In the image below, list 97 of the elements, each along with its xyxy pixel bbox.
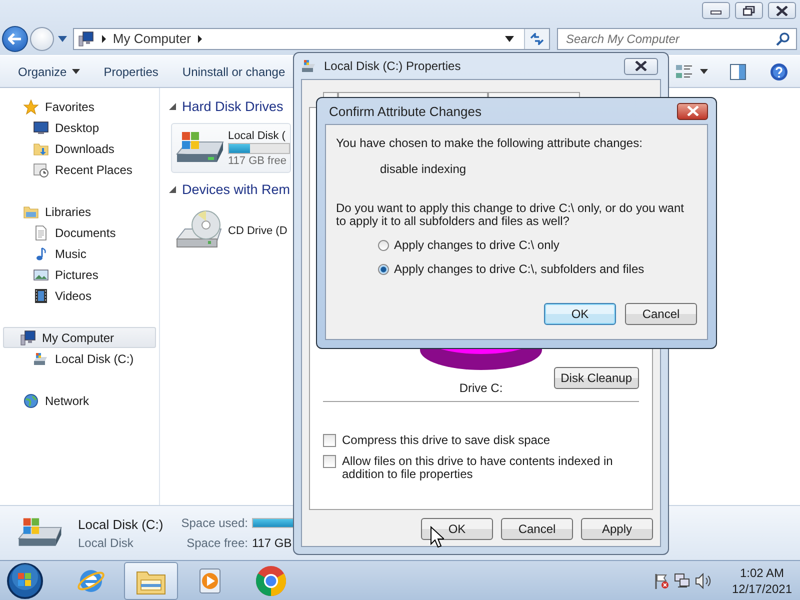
drive-name: CD Drive (D xyxy=(228,225,288,237)
dialog-button[interactable]: OK xyxy=(421,518,493,540)
drive-icon xyxy=(33,350,49,366)
section-heading: Hard Disk Drives xyxy=(182,98,284,114)
document-icon xyxy=(33,224,49,240)
collapse-icon[interactable] xyxy=(169,102,176,110)
sidebar-item[interactable]: Pictures xyxy=(3,264,156,285)
monitor-icon xyxy=(33,120,49,136)
close-icon xyxy=(635,61,647,71)
sidebar-item[interactable]: Favorites xyxy=(3,96,156,117)
close-button[interactable] xyxy=(624,58,658,74)
caret-icon[interactable] xyxy=(505,36,514,42)
dialog-title: Local Disk (C:) Properties xyxy=(324,59,461,73)
film-icon xyxy=(33,288,49,304)
caret-icon xyxy=(72,69,80,74)
drive-type: Local Disk xyxy=(78,536,134,550)
globe-icon xyxy=(23,392,39,408)
taskbar-app[interactable] xyxy=(124,562,178,600)
drive-tile[interactable]: Local Disk ( 117 GB free xyxy=(171,123,291,173)
refresh-button[interactable] xyxy=(524,28,549,48)
radio-button[interactable] xyxy=(378,264,389,274)
search-field[interactable]: Search My Computer xyxy=(557,28,797,50)
folder-icon xyxy=(33,140,49,156)
arrow-left-icon xyxy=(8,32,22,44)
clock-icon xyxy=(33,162,49,178)
breadcrumb[interactable]: My Computer xyxy=(112,31,191,46)
mouse-pointer-icon xyxy=(430,526,444,548)
dialog-button[interactable]: Apply xyxy=(581,518,653,540)
drive-icon xyxy=(301,58,317,74)
radio-label: Apply changes to drive C:\, subfolders and files xyxy=(394,262,644,276)
sidebar-item[interactable]: Music xyxy=(3,243,156,264)
preview-pane-icon[interactable] xyxy=(730,64,746,80)
chevron-icon xyxy=(196,34,203,42)
computer-icon xyxy=(20,330,36,346)
disk-cleanup-button[interactable]: Disk Cleanup xyxy=(554,367,639,389)
drive-name: Local Disk (C:) xyxy=(78,516,164,532)
minimize-button[interactable] xyxy=(702,2,730,19)
sidebar-item[interactable]: Videos xyxy=(3,285,156,306)
refresh-icon xyxy=(530,32,544,44)
start-button[interactable] xyxy=(6,562,44,600)
chrome-icon xyxy=(255,564,287,596)
clock-date[interactable]: 12/17/2021 xyxy=(732,580,792,596)
sidebar-item[interactable]: Local Disk (C:) xyxy=(3,348,156,369)
dialog-button[interactable]: OK xyxy=(544,303,616,325)
sidebar-item[interactable]: Libraries xyxy=(3,201,156,222)
collapse-icon[interactable] xyxy=(169,186,176,192)
dialog-title: Confirm Attribute Changes xyxy=(329,104,482,118)
sidebar-item[interactable]: Downloads xyxy=(3,138,156,159)
close-button[interactable] xyxy=(677,102,708,120)
folder-icon xyxy=(23,204,39,220)
checkbox-label: Compress this drive to save disk space xyxy=(342,434,550,447)
speaker-icon[interactable] xyxy=(694,572,713,588)
toolbar-button[interactable]: Uninstall or change xyxy=(174,60,294,82)
space-free-label: Space free: xyxy=(186,536,248,550)
sidebar-item[interactable]: Desktop xyxy=(3,117,156,138)
radio-button[interactable] xyxy=(378,240,389,250)
search-icon xyxy=(776,32,790,46)
sidebar-item[interactable]: Documents xyxy=(3,222,156,243)
intro-text: You have chosen to make the following attribute changes: xyxy=(336,137,644,150)
back-button[interactable] xyxy=(2,26,28,52)
sidebar-item[interactable]: Recent Places xyxy=(3,159,156,180)
chevron-icon xyxy=(100,34,107,42)
restore-button[interactable] xyxy=(735,2,763,19)
address-bar[interactable]: My Computer xyxy=(72,28,550,50)
help-icon[interactable] xyxy=(770,62,788,80)
sidebar-item[interactable]: My Computer xyxy=(3,327,156,348)
usage-bar xyxy=(228,142,290,154)
change-text: disable indexing xyxy=(380,163,468,176)
dialog-button[interactable]: Cancel xyxy=(625,303,697,325)
question-text: Do you want to apply this change to drive C:\ only, or do you want to apply it to all subfolders and files as well? xyxy=(336,202,685,228)
close-icon xyxy=(776,6,788,16)
view-list-icon[interactable] xyxy=(676,64,694,80)
organize-menu[interactable]: Organize xyxy=(10,60,88,82)
restore-icon xyxy=(743,6,755,16)
checkbox-label: Allow files on this drive to have contents indexed in addition to file properties xyxy=(342,455,614,481)
drive-tile[interactable]: CD Drive (D xyxy=(171,204,291,258)
drive-label: Drive C: xyxy=(459,381,503,395)
close-button[interactable] xyxy=(768,2,796,19)
close-icon xyxy=(686,106,698,116)
caret-icon[interactable] xyxy=(700,69,708,74)
computer-icon xyxy=(76,30,95,46)
drive-name: Local Disk ( xyxy=(228,130,286,142)
checkbox[interactable] xyxy=(323,434,336,447)
toolbar-button[interactable]: Properties xyxy=(96,60,166,82)
flag-icon[interactable] xyxy=(652,572,669,588)
section-heading: Devices with Rem xyxy=(182,182,290,196)
star-icon xyxy=(23,98,39,114)
free-space-label: 117 GB free xyxy=(228,154,288,166)
radio-label: Apply changes to drive C:\ only xyxy=(394,238,560,252)
sidebar-item[interactable]: Network xyxy=(3,390,156,411)
network-icon[interactable] xyxy=(674,572,690,588)
dialog-button[interactable]: Cancel xyxy=(501,518,573,540)
space-free-value: 117 GB xyxy=(252,536,293,550)
space-used-label: Space used: xyxy=(181,516,248,530)
clock-time[interactable]: 1:02 AM xyxy=(740,564,784,580)
checkbox[interactable] xyxy=(323,455,336,468)
image-icon xyxy=(33,266,49,282)
